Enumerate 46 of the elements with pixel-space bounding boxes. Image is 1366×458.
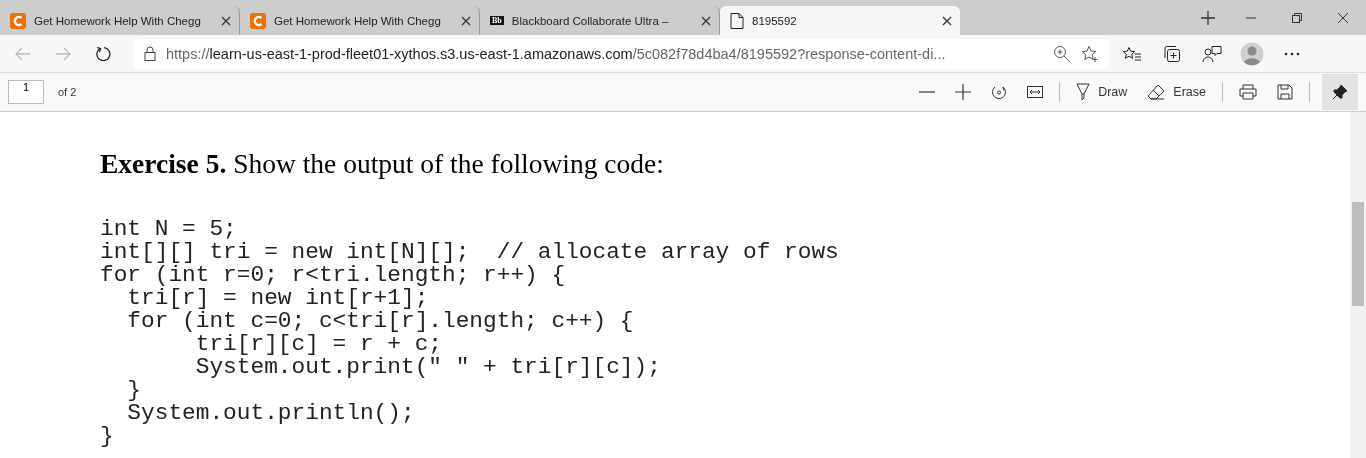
back-arrow-icon	[15, 46, 31, 61]
code-line: }	[126, 379, 143, 402]
close-tab-icon[interactable]	[942, 15, 952, 26]
url-text: https://learn-us-east-1-prod-fleet01-xythos.s3.us-east-1.amazonaws.com/5c082f78d4ba4/8195592?response-content-di...	[166, 45, 947, 62]
code-line: tri[r] = new int[r+1];	[126, 287, 429, 310]
chegg-logo-icon	[250, 12, 266, 29]
page-number-field[interactable]: 1	[8, 80, 44, 104]
favorite-star-icon[interactable]	[1081, 44, 1099, 63]
rotate-icon	[991, 84, 1008, 100]
close-tab-icon[interactable]	[461, 15, 471, 26]
browser-tab[interactable]: 8195592	[720, 6, 960, 35]
refresh-icon	[95, 45, 111, 62]
scrollbar[interactable]	[1350, 112, 1366, 458]
close-tab-icon[interactable]	[221, 15, 231, 26]
site-logo: Bb	[490, 16, 504, 25]
plus-icon	[955, 84, 972, 100]
address-bar[interactable]: https://learn-us-east-1-prod-fleet01-xythos.s3.us-east-1.amazonaws.com/5c082f78d4ba4/8195592?response-content-di...	[134, 38, 1109, 69]
code-line: tri[r][c] = r + c;	[195, 333, 442, 356]
chegg-logo-icon	[10, 12, 26, 29]
printer-icon	[1239, 84, 1257, 100]
document-icon	[730, 12, 744, 29]
code-line: int[][] tri = new int[N][]; // allocate array of rows	[100, 241, 840, 264]
pin-button[interactable]	[1322, 74, 1358, 110]
code-line: System.out.print(" " + tri[r][c]);	[194, 356, 662, 379]
plus-icon	[1200, 9, 1216, 26]
pen-icon	[1076, 83, 1091, 101]
page-count: of 2	[58, 86, 77, 98]
scrollbar-thumb[interactable]	[1352, 202, 1364, 306]
code-line: }	[100, 425, 115, 448]
lock-icon	[144, 46, 156, 61]
code-line: int N = 5;	[100, 218, 238, 241]
code-line: for (int c=0; c<tri[r].length; c++) {	[126, 310, 635, 333]
zoom-icon[interactable]	[1053, 44, 1071, 63]
draw-button[interactable]: Draw	[1072, 79, 1132, 105]
code-line: System.out.println();	[126, 402, 416, 425]
pin-icon	[1332, 84, 1348, 100]
close-tab-icon[interactable]	[701, 15, 711, 26]
fit-width-icon	[1027, 86, 1044, 98]
minus-icon	[919, 91, 936, 93]
forward-arrow-icon	[55, 46, 71, 61]
restore-icon	[1291, 11, 1303, 24]
erase-button[interactable]: Erase	[1143, 80, 1210, 104]
code-line: for (int r=0; r<tri.length; r++) {	[100, 264, 567, 287]
exercise-heading: Exercise 5. Show the output of the following code:	[100, 148, 665, 180]
close-icon	[1337, 11, 1349, 24]
eraser-icon	[1147, 84, 1166, 100]
